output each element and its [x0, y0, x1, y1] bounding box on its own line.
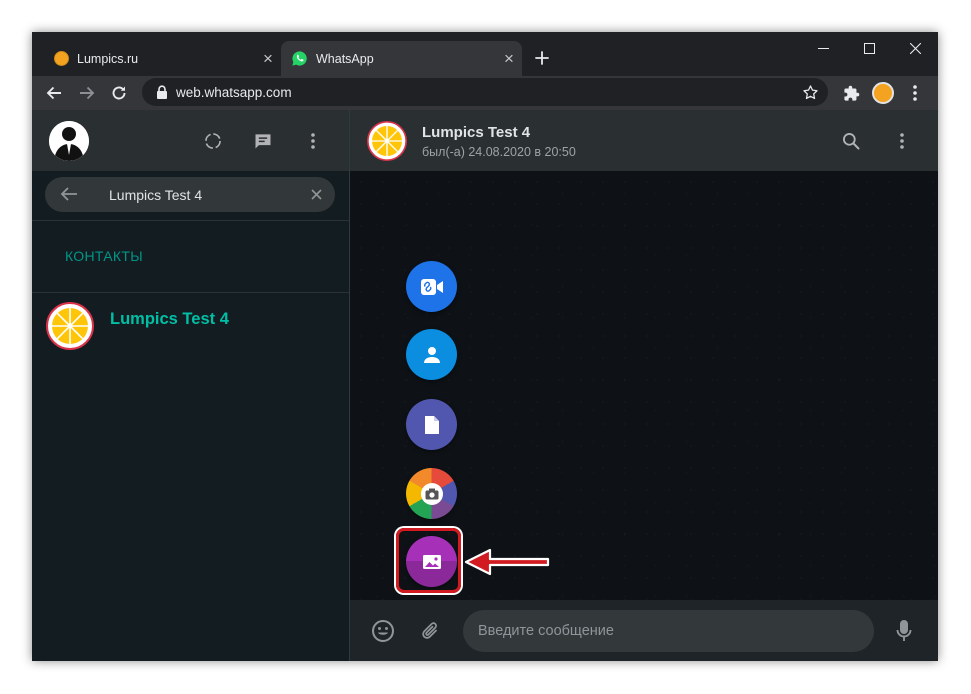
message-input[interactable] — [463, 610, 874, 652]
sidebar-header — [32, 110, 349, 171]
sidebar-menu-button[interactable] — [300, 128, 326, 154]
chat-title: Lumpics Test 4 — [422, 124, 531, 141]
chat-search-button[interactable] — [838, 128, 864, 154]
lemon-avatar-icon — [367, 121, 407, 161]
minimize-icon — [817, 47, 829, 49]
tab-whatsapp[interactable]: WhatsApp × — [281, 41, 522, 76]
search-icon — [843, 133, 860, 150]
puzzle-icon — [843, 85, 859, 101]
profile-button[interactable] — [870, 80, 896, 106]
emoji-icon — [372, 620, 394, 642]
search-area — [32, 171, 349, 221]
back-arrow-icon[interactable] — [58, 183, 80, 205]
vertical-dots-icon — [913, 85, 917, 101]
whatsapp-app: КОНТАКТЫ Lumpics Test 4 — [32, 110, 938, 661]
address-bar[interactable]: web.whatsapp.com — [142, 78, 828, 106]
new-tab-button[interactable] — [529, 45, 555, 71]
search-box — [45, 177, 335, 212]
attach-contact-button[interactable] — [406, 329, 457, 380]
my-avatar[interactable] — [49, 121, 89, 161]
browser-menu-button[interactable] — [902, 80, 928, 106]
profile-avatar — [872, 82, 894, 104]
extensions-button[interactable] — [838, 80, 864, 106]
tab-lumpics[interactable]: Lumpics.ru × — [40, 41, 281, 76]
reload-icon — [112, 86, 126, 100]
contact-name: Lumpics Test 4 — [110, 310, 229, 328]
attach-room-button[interactable] — [406, 261, 457, 312]
arrow-right-icon — [80, 86, 95, 100]
attach-document-button[interactable] — [406, 399, 457, 450]
clear-search-icon[interactable] — [307, 185, 325, 203]
tab-title: WhatsApp — [316, 51, 374, 66]
status-icon — [205, 133, 221, 149]
paperclip-icon — [422, 622, 437, 639]
status-button[interactable] — [200, 128, 226, 154]
arrow-left-icon — [46, 86, 61, 100]
close-window-button[interactable] — [892, 35, 938, 61]
section-label-contacts: КОНТАКТЫ — [65, 248, 143, 264]
sidebar: КОНТАКТЫ Lumpics Test 4 — [32, 110, 350, 661]
chat-icon — [255, 134, 271, 149]
maximize-button[interactable] — [846, 35, 892, 61]
chat-menu-button[interactable] — [889, 128, 915, 154]
camera-icon — [420, 482, 443, 505]
browser-toolbar: web.whatsapp.com — [32, 76, 938, 110]
whatsapp-favicon-icon — [292, 51, 307, 66]
gallery-icon — [422, 554, 441, 569]
url-text: web.whatsapp.com — [176, 84, 292, 100]
maximize-icon — [863, 42, 875, 54]
tab-strip: Lumpics.ru × WhatsApp × — [32, 32, 938, 76]
tab-close-icon[interactable]: × — [496, 50, 522, 67]
vertical-dots-icon — [311, 133, 315, 149]
emoji-button[interactable] — [368, 616, 398, 646]
room-video-icon — [420, 278, 443, 295]
message-composer — [350, 600, 938, 661]
minimize-button[interactable] — [800, 35, 846, 61]
lock-icon — [156, 85, 170, 99]
vertical-dots-icon — [900, 133, 904, 149]
reload-button[interactable] — [106, 80, 132, 106]
document-icon — [424, 415, 439, 434]
new-chat-button[interactable] — [250, 128, 276, 154]
voice-message-button[interactable] — [889, 616, 919, 646]
chat-body — [350, 171, 938, 600]
attach-button[interactable] — [416, 616, 446, 646]
bookmark-star-icon[interactable] — [798, 80, 822, 104]
search-input[interactable] — [109, 177, 299, 212]
tab-close-icon[interactable]: × — [255, 50, 281, 67]
browser-window: Lumpics.ru × WhatsApp × web.whatsapp.com… — [32, 32, 938, 661]
close-icon — [909, 42, 921, 54]
lemon-avatar-icon — [46, 302, 94, 350]
attach-camera-button[interactable] — [406, 468, 457, 519]
microphone-icon — [896, 620, 912, 641]
back-button[interactable] — [41, 80, 67, 106]
contact-icon — [423, 346, 440, 363]
lumpics-favicon-icon — [54, 51, 69, 66]
user-silhouette-icon — [49, 121, 89, 161]
plus-icon — [535, 51, 549, 65]
contact-list-item[interactable]: Lumpics Test 4 — [32, 293, 349, 365]
last-seen-status: был(-а) 24.08.2020 в 20:50 — [422, 145, 576, 159]
chat-header[interactable]: Lumpics Test 4 был(-а) 24.08.2020 в 20:5… — [350, 110, 938, 171]
tab-title: Lumpics.ru — [77, 51, 139, 66]
forward-button[interactable] — [74, 80, 100, 106]
chat-pane: Lumpics Test 4 был(-а) 24.08.2020 в 20:5… — [350, 110, 938, 661]
pointer-arrow-icon — [464, 548, 550, 576]
